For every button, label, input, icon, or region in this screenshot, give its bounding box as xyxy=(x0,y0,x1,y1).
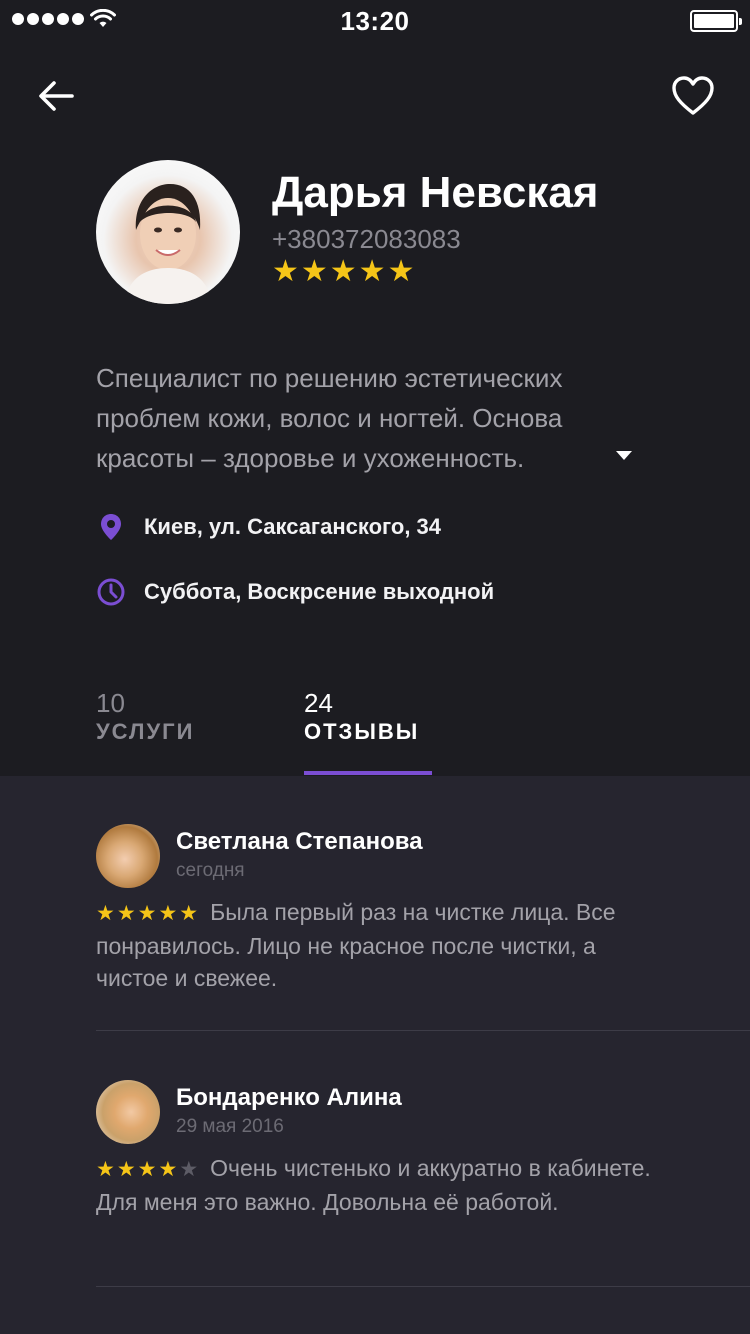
tab-reviews-label: ОТЗЫВЫ xyxy=(304,719,420,744)
status-time: 13:20 xyxy=(340,6,410,36)
caret-down-icon[interactable] xyxy=(614,448,634,462)
back-arrow-icon[interactable] xyxy=(34,76,78,116)
address-text: Киев, ул. Саксаганского, 34 xyxy=(144,514,442,539)
profile-rating-stars: ★★★★★ xyxy=(272,255,417,288)
tab-reviews[interactable]: 24 ОТЗЫВЫ xyxy=(304,688,419,746)
divider xyxy=(96,1030,750,1031)
profile-name: Дарья Невская xyxy=(272,168,599,217)
profile-phone[interactable]: +380372083083 xyxy=(272,224,461,255)
review-date: 29 мая 2016 xyxy=(176,1116,284,1137)
profile-header: 13:20 Дарья Невская +380372083083 ★★★★★ … xyxy=(0,0,750,776)
battery-icon xyxy=(690,10,742,32)
status-bar: 13:20 xyxy=(0,0,750,40)
tab-services[interactable]: 10 УСЛУГИ xyxy=(96,688,194,746)
heart-icon[interactable] xyxy=(670,74,716,118)
review-body: ★★★★★ Была первый раз на чистке лица. Все… xyxy=(96,896,656,994)
divider xyxy=(96,1286,750,1287)
profile-bio: Специалист по решению эстетических пробл… xyxy=(96,363,563,473)
review-stars-filled: ★★★★ xyxy=(96,1158,180,1181)
reviewer-name: Светлана Степанова xyxy=(176,828,423,855)
tab-services-label: УСЛУГИ xyxy=(96,719,195,744)
review-body: ★★★★★ Очень чистенько и аккуратно в кабин… xyxy=(96,1152,656,1218)
reviewer-avatar xyxy=(96,824,160,888)
review-rating-stars: ★★★★★ xyxy=(96,902,200,925)
active-tab-indicator xyxy=(304,771,432,775)
review-date: сегодня xyxy=(176,860,245,881)
clock-icon xyxy=(97,578,125,606)
reviewer-avatar xyxy=(96,1080,160,1144)
map-pin-icon xyxy=(101,514,121,540)
address-row: Киев, ул. Саксаганского, 34 xyxy=(96,512,441,542)
hours-text: Суббота, Воскрсение выходной xyxy=(144,579,495,604)
tab-reviews-count: 24 xyxy=(304,688,333,718)
hours-row: Суббота, Воскрсение выходной xyxy=(96,577,494,607)
review-stars-filled: ★★★★★ xyxy=(96,902,201,925)
profile-avatar xyxy=(96,160,240,304)
reviewer-name: Бондаренко Алина xyxy=(176,1084,402,1111)
tab-services-count: 10 xyxy=(96,688,125,718)
review-stars-empty: ★ xyxy=(179,1158,201,1181)
review-rating-stars: ★★★★★ xyxy=(96,1158,200,1181)
